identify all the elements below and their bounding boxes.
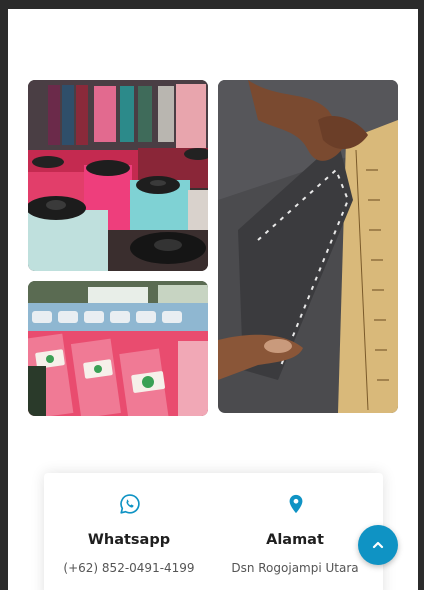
whatsapp-icon — [120, 494, 140, 514]
page: Whatsapp (+62) 852-0491-4199 Alamat Dsn … — [8, 9, 418, 590]
fabric-tailoring-image — [218, 80, 398, 413]
address-value: Dsn Rogojampi Utara — [231, 561, 359, 575]
back-to-top-button[interactable] — [358, 525, 398, 565]
thread-packs-image — [28, 281, 208, 416]
whatsapp-title: Whatsapp — [87, 532, 171, 548]
contact-card: Whatsapp (+62) 852-0491-4199 Alamat Dsn … — [44, 473, 383, 590]
chevron-up-icon — [372, 541, 384, 549]
map-pin-icon — [289, 494, 303, 514]
thread-spools-image — [28, 80, 208, 271]
whatsapp-number[interactable]: (+62) 852-0491-4199 — [44, 561, 214, 575]
address-title: Alamat — [266, 532, 324, 548]
